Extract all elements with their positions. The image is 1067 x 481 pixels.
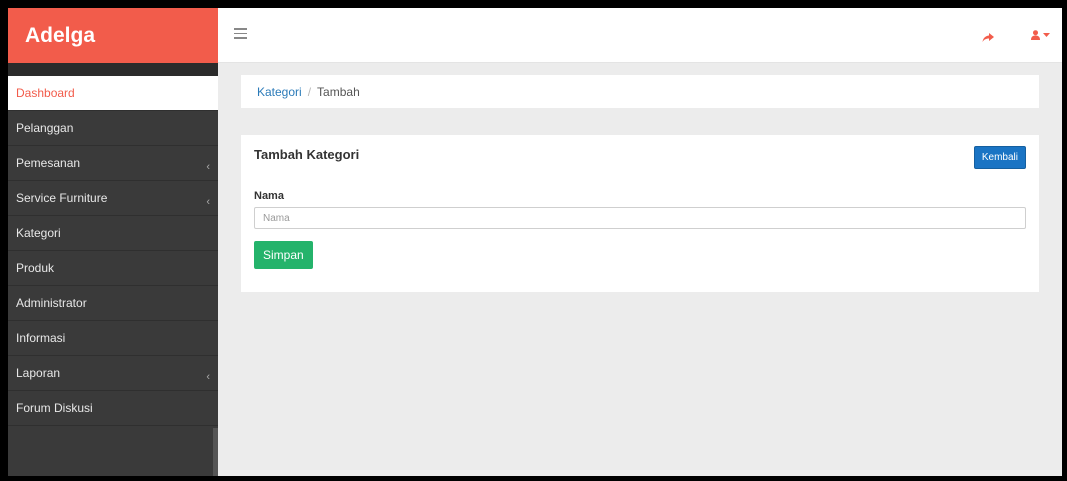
sidebar-item-pemesanan[interactable]: Pemesanan ‹	[8, 146, 218, 181]
sidebar-item-service-furniture[interactable]: Service Furniture ‹	[8, 181, 218, 216]
hamburger-icon[interactable]	[234, 28, 247, 39]
sidebar-item-label: Informasi	[16, 331, 66, 345]
user-icon	[1031, 30, 1040, 40]
share-icon[interactable]	[982, 30, 994, 48]
breadcrumb-separator: /	[307, 84, 312, 99]
breadcrumb-current: Tambah	[317, 84, 360, 99]
back-button[interactable]: Kembali	[973, 146, 1026, 169]
sidebar-item-kategori[interactable]: Kategori	[8, 216, 218, 251]
chevron-left-icon: ‹	[206, 371, 210, 383]
sidebar-nav: Dashboard Pelanggan Pemesanan ‹ Service …	[8, 76, 218, 426]
brand-name: Adelga	[25, 23, 96, 47]
chevron-left-icon: ‹	[206, 196, 210, 208]
form-card: Tambah Kategori Kembali Nama Simpan	[241, 135, 1039, 292]
sidebar-item-produk[interactable]: Produk	[8, 251, 218, 286]
top-navbar	[218, 8, 1062, 63]
sidebar-item-pelanggan[interactable]: Pelanggan	[8, 111, 218, 146]
user-menu[interactable]	[1031, 30, 1050, 40]
sidebar-item-informasi[interactable]: Informasi	[8, 321, 218, 356]
sidebar-item-label: Administrator	[16, 296, 87, 310]
sidebar-item-label: Dashboard	[16, 86, 75, 100]
nama-input[interactable]	[254, 207, 1026, 229]
breadcrumb-link-kategori[interactable]: Kategori	[257, 85, 302, 99]
sidebar-item-administrator[interactable]: Administrator	[8, 286, 218, 321]
sidebar-item-label: Laporan	[16, 366, 61, 380]
sidebar-scrollbar[interactable]	[213, 428, 218, 476]
brand-logo[interactable]: Adelga	[8, 8, 218, 63]
sidebar-item-label: Pemesanan	[16, 156, 81, 170]
sidebar-item-label: Forum Diskusi	[16, 401, 93, 415]
sidebar-item-label: Pelanggan	[16, 121, 74, 135]
chevron-left-icon: ‹	[206, 161, 210, 173]
breadcrumb: Kategori / Tambah	[241, 75, 1039, 108]
sidebar-item-label: Service Furniture	[16, 191, 108, 205]
page-title: Tambah Kategori	[254, 147, 360, 162]
nama-label: Nama	[254, 190, 284, 202]
sidebar-item-dashboard[interactable]: Dashboard	[8, 76, 218, 111]
sidebar-item-laporan[interactable]: Laporan ‹	[8, 356, 218, 391]
sidebar-item-label: Produk	[16, 261, 55, 275]
sidebar-item-forum-diskusi[interactable]: Forum Diskusi	[8, 391, 218, 426]
caret-down-icon	[1043, 32, 1050, 37]
sidebar-item-label: Kategori	[16, 226, 61, 240]
save-button[interactable]: Simpan	[254, 241, 313, 269]
sidebar: Dashboard Pelanggan Pemesanan ‹ Service …	[8, 63, 218, 476]
